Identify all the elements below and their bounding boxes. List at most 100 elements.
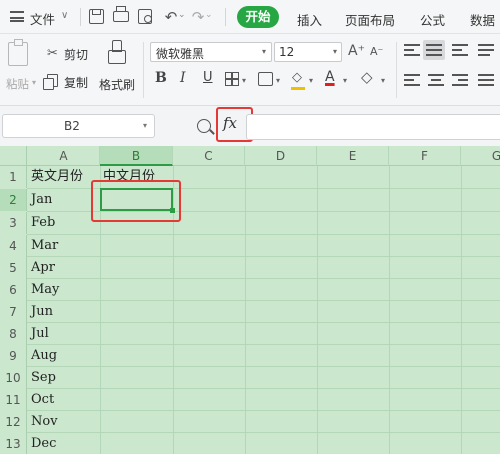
name-box-dropdown-icon[interactable]: ▾: [143, 121, 147, 130]
format-painter-button[interactable]: 格式刷: [99, 76, 135, 93]
row-header[interactable]: 2: [0, 189, 27, 211]
row-header[interactable]: 7: [0, 301, 27, 323]
paste-dropdown-icon[interactable]: ▾: [32, 78, 36, 87]
cell-a10[interactable]: Sep: [31, 367, 56, 389]
justify-icon[interactable]: [478, 74, 494, 86]
print-preview-icon[interactable]: [138, 9, 152, 24]
scissors-icon[interactable]: ✂: [47, 46, 58, 61]
row-header[interactable]: 8: [0, 323, 27, 345]
column-header-g[interactable]: G: [461, 146, 500, 166]
italic-button[interactable]: I: [180, 70, 186, 86]
formula-input[interactable]: [246, 114, 500, 140]
borders-dropdown-icon[interactable]: ▾: [242, 76, 246, 85]
grid-line: [27, 388, 500, 389]
cell-a1[interactable]: 英文月份: [31, 166, 83, 188]
clear-format-icon[interactable]: ◇: [361, 68, 373, 86]
format-painter-icon[interactable]: [108, 40, 126, 66]
grid-line: [27, 344, 500, 345]
tab-insert[interactable]: 插入: [297, 10, 322, 29]
spreadsheet-grid[interactable]: A B C D E F G 1 2 3 4 5 6 7 8 9 10 11 12…: [0, 146, 500, 454]
bold-button[interactable]: B: [155, 70, 167, 86]
cell-a11[interactable]: Oct: [31, 389, 54, 411]
cell-style-dropdown-icon[interactable]: ▾: [276, 76, 280, 85]
clear-dropdown-icon[interactable]: ▾: [381, 76, 385, 85]
divider: [143, 42, 144, 98]
borders-icon[interactable]: [225, 72, 239, 86]
chevron-down-icon[interactable]: ▾: [333, 47, 337, 56]
tab-formulas[interactable]: 公式: [420, 10, 445, 29]
font-color-dropdown-icon[interactable]: ▾: [343, 76, 347, 85]
copy-icon[interactable]: [43, 74, 58, 90]
cell-a5[interactable]: Apr: [31, 257, 55, 279]
row-header[interactable]: 6: [0, 279, 27, 301]
redo-dropdown-icon[interactable]: ⌄: [205, 10, 213, 20]
file-menu[interactable]: 文件: [30, 9, 55, 28]
paste-button-label[interactable]: 粘贴: [6, 76, 29, 92]
tab-home[interactable]: 开始: [237, 6, 279, 28]
copy-button[interactable]: 复制: [64, 74, 88, 91]
decrease-font-icon[interactable]: A⁻: [370, 45, 383, 58]
row-header[interactable]: 4: [0, 235, 27, 257]
column-header-f[interactable]: F: [389, 146, 461, 166]
divider: [80, 8, 81, 26]
column-header-d[interactable]: D: [245, 146, 317, 166]
column-header-b[interactable]: B: [100, 146, 173, 166]
column-header-row: A B C D E F G: [0, 146, 500, 166]
cell-a7[interactable]: Jun: [31, 301, 53, 323]
wrap-icon[interactable]: [478, 44, 494, 56]
select-all-corner[interactable]: [0, 146, 27, 166]
column-header-e[interactable]: E: [317, 146, 389, 166]
tab-page-layout[interactable]: 页面布局: [345, 10, 395, 29]
cell-a4[interactable]: Mar: [31, 235, 58, 257]
fill-color-icon[interactable]: ◇: [292, 70, 302, 85]
undo-dropdown-icon[interactable]: ⌄: [178, 10, 186, 20]
grid-line: [27, 300, 500, 301]
row-header[interactable]: 12: [0, 411, 27, 433]
cell-a2[interactable]: Jan: [31, 189, 52, 211]
cell-a13[interactable]: Dec: [31, 433, 56, 454]
grid-line: [27, 366, 500, 367]
fill-color-dropdown-icon[interactable]: ▾: [309, 76, 313, 85]
paste-icon[interactable]: [8, 39, 28, 66]
cell-a12[interactable]: Nov: [31, 411, 58, 433]
font-color-icon[interactable]: A: [325, 69, 335, 85]
cell-a6[interactable]: May: [31, 279, 59, 301]
print-icon[interactable]: [113, 6, 129, 22]
grid-line: [27, 322, 500, 323]
row-header[interactable]: 3: [0, 212, 27, 234]
align-right-icon[interactable]: [452, 74, 468, 86]
cell-a9[interactable]: Aug: [31, 345, 57, 367]
fill-color-swatch: [291, 87, 305, 90]
divider: [225, 8, 226, 26]
align-center-icon[interactable]: [428, 74, 444, 86]
row-header[interactable]: 10: [0, 367, 27, 389]
row-header[interactable]: 9: [0, 345, 27, 367]
align-middle-icon[interactable]: [426, 44, 442, 56]
chevron-down-icon[interactable]: ▾: [262, 47, 266, 56]
formula-bar: B2 ▾ fx: [0, 106, 500, 146]
row-header[interactable]: 5: [0, 257, 27, 279]
cell-style-icon[interactable]: [258, 72, 273, 86]
align-top-icon[interactable]: [404, 44, 420, 56]
align-bottom-icon[interactable]: [452, 44, 468, 56]
menu-bar: 文件 ∨ ↶ ⌄ ↷ ⌄ 开始 插入 页面布局 公式 数据: [0, 0, 500, 34]
increase-font-icon[interactable]: A⁺: [348, 43, 365, 59]
underline-button[interactable]: U: [203, 70, 213, 85]
column-header-a[interactable]: A: [28, 146, 100, 166]
row-header[interactable]: 13: [0, 433, 27, 454]
font-name-value: 微软雅黑: [156, 47, 205, 61]
cell-a3[interactable]: Feb: [31, 212, 55, 234]
grid-line: [27, 410, 500, 411]
column-header-c[interactable]: C: [173, 146, 245, 166]
hamburger-menu-icon[interactable]: [10, 11, 24, 22]
cell-a8[interactable]: Jul: [31, 323, 49, 345]
chevron-down-icon[interactable]: ∨: [61, 10, 68, 21]
ribbon-toolbar: 粘贴 ▾ ✂ 剪切 复制 格式刷 微软雅黑 ▾ 12 ▾ A⁺ A⁻ B I U…: [0, 34, 500, 106]
tab-data[interactable]: 数据: [470, 10, 495, 29]
row-header[interactable]: 11: [0, 389, 27, 411]
cut-button[interactable]: 剪切: [64, 46, 88, 63]
row-header[interactable]: 1: [0, 166, 27, 188]
align-left-icon[interactable]: [404, 74, 420, 86]
save-icon[interactable]: [89, 9, 104, 24]
name-box-value: B2: [64, 119, 80, 133]
